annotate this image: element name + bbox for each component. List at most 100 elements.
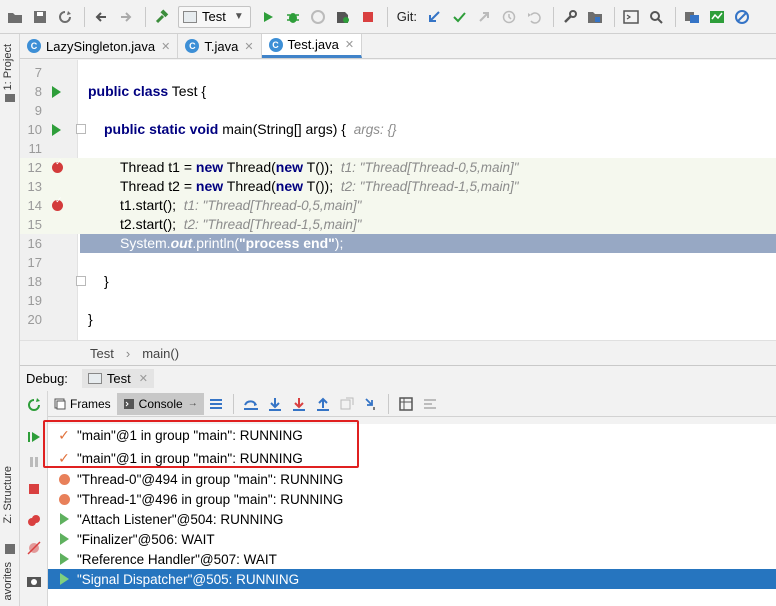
rerun-icon[interactable]: [26, 397, 42, 413]
favorites-tool-tab[interactable]: avorites: [2, 562, 14, 601]
thread-label: "main"@1 in group "main": RUNNING: [77, 450, 303, 466]
fold-marker[interactable]: [76, 276, 86, 286]
close-icon[interactable]: ✕: [345, 38, 354, 51]
run-to-cursor-icon[interactable]: [363, 396, 379, 412]
code-text: Thread t2 = new Thread(new T()); t2: "Th…: [120, 178, 519, 194]
inline-debug-value: t1: "Thread[Thread-0,5,main]": [183, 198, 362, 213]
coverage-icon[interactable]: [307, 6, 329, 28]
settings-wrench-icon[interactable]: [559, 6, 581, 28]
rollback-icon[interactable]: [523, 6, 545, 28]
breakpoint-icon[interactable]: [52, 195, 63, 211]
run-gutter-icon[interactable]: [52, 86, 61, 98]
project-structure-icon[interactable]: [584, 6, 606, 28]
breakpoint-icon[interactable]: [52, 157, 63, 173]
profile-icon[interactable]: [332, 6, 354, 28]
git-commit-icon[interactable]: [448, 6, 470, 28]
run-config-label: Test: [202, 9, 226, 24]
tab-lazysingleton[interactable]: C LazySingleton.java ✕: [20, 34, 179, 58]
forward-arrow-icon[interactable]: [115, 6, 137, 28]
open-folder-icon[interactable]: [4, 6, 26, 28]
run-config-icon: [87, 372, 102, 384]
fold-marker[interactable]: [76, 124, 86, 134]
step-out-icon[interactable]: [315, 396, 331, 412]
list-item[interactable]: "Finalizer"@506: WAIT: [48, 529, 776, 549]
close-icon[interactable]: ✕: [161, 40, 170, 53]
evaluate-expression-icon[interactable]: [398, 396, 414, 412]
step-into-icon[interactable]: [267, 396, 283, 412]
list-item[interactable]: "Reference Handler"@507: WAIT: [48, 549, 776, 569]
thread-label: "Thread-0"@494 in group "main": RUNNING: [77, 471, 344, 487]
project-folder-icon: [5, 94, 15, 102]
trace-icon[interactable]: [422, 396, 438, 412]
list-item[interactable]: "Thread-1"@496 in group "main": RUNNING: [48, 489, 776, 509]
debug-session-tab[interactable]: Test ✕: [81, 368, 154, 388]
line-number: 20: [27, 312, 42, 327]
tab-t[interactable]: C T.java ✕: [178, 34, 262, 58]
save-icon[interactable]: [29, 6, 51, 28]
frames-label: Frames: [70, 396, 111, 411]
breadcrumb-method[interactable]: main(): [142, 346, 179, 361]
code-line: 12 Thread t1 = new Thread(new T()); t1: …: [20, 157, 776, 177]
code-text: System.out.println("process end");: [120, 235, 344, 251]
thread-running-icon: [58, 573, 70, 585]
thread-list[interactable]: ✓ "main"@1 in group "main": RUNNING ✓ "m…: [48, 424, 776, 606]
run-gutter-icon[interactable]: [52, 124, 61, 136]
line-number: 8: [34, 84, 42, 99]
breadcrumb-separator: ›: [125, 345, 131, 361]
git-push-icon[interactable]: [473, 6, 495, 28]
git-update-icon[interactable]: [423, 6, 445, 28]
thread-suspended-icon: [58, 473, 70, 485]
line-number: 18: [27, 274, 42, 289]
terminal-icon[interactable]: [620, 6, 642, 28]
statistic-icon[interactable]: [706, 6, 728, 28]
code-text: }: [88, 311, 93, 327]
tab-console[interactable]: Console →: [116, 392, 204, 415]
back-arrow-icon[interactable]: [90, 6, 112, 28]
resume-icon[interactable]: [26, 429, 42, 445]
list-item[interactable]: "Attach Listener"@504: RUNNING: [48, 509, 776, 529]
build-hammer-icon[interactable]: [151, 6, 173, 28]
breadcrumb-class[interactable]: Test: [90, 346, 114, 361]
inline-debug-value: t1: "Thread[Thread-0,5,main]": [340, 160, 519, 175]
close-icon[interactable]: ✕: [139, 372, 148, 385]
debug-action-strip: [20, 391, 48, 606]
run-config-icon: [183, 10, 197, 23]
menu-lines-icon[interactable]: [208, 396, 224, 412]
view-breakpoints-icon[interactable]: [26, 513, 42, 529]
pause-icon[interactable]: [26, 454, 42, 470]
structure-tool-tab[interactable]: Z: Structure: [2, 466, 14, 523]
sync-icon[interactable]: [54, 6, 76, 28]
run-configuration-select[interactable]: Test ▼: [178, 5, 251, 28]
list-item-selected[interactable]: "Signal Dispatcher"@505: RUNNING: [48, 569, 776, 589]
project-tool-tab[interactable]: 1: Project: [2, 44, 14, 90]
force-step-into-icon[interactable]: [291, 396, 307, 412]
code-line: 13 Thread t2 = new Thread(new T()); t2: …: [20, 177, 776, 196]
toolbar-separator: [232, 393, 234, 414]
mute-breakpoints-icon[interactable]: [26, 540, 42, 556]
left-tool-strip: 1: Project Z: Structure avorites: [0, 34, 20, 606]
thread-label: "Reference Handler"@507: WAIT: [77, 551, 277, 567]
thread-running-icon: [58, 513, 70, 525]
close-icon[interactable]: ✕: [244, 40, 253, 53]
history-clock-icon[interactable]: [498, 6, 520, 28]
disable-icon[interactable]: [731, 6, 753, 28]
list-item[interactable]: "Thread-0"@494 in group "main": RUNNING: [48, 469, 776, 489]
run-icon[interactable]: [257, 6, 279, 28]
tab-frames[interactable]: Frames: [48, 393, 117, 415]
vcs-operations-icon[interactable]: [681, 6, 703, 28]
toolbar-separator: [84, 6, 85, 27]
debug-bug-icon[interactable]: [282, 6, 304, 28]
tab-test[interactable]: C Test.java ✕: [261, 34, 363, 58]
step-over-icon[interactable]: [243, 396, 259, 412]
drop-frame-icon[interactable]: [339, 396, 355, 412]
java-class-icon: C: [27, 39, 41, 53]
list-item[interactable]: ✓ "main"@1 in group "main": RUNNING: [48, 448, 776, 468]
stop-icon[interactable]: [26, 481, 42, 497]
search-icon[interactable]: [645, 6, 667, 28]
tab-label: T.java: [204, 38, 239, 54]
code-editor[interactable]: 7 8 public class Test { 9 10 public stat…: [20, 60, 776, 340]
stop-icon[interactable]: [357, 6, 379, 28]
list-item[interactable]: ✓ "main"@1 in group "main": RUNNING: [48, 425, 776, 445]
java-class-icon: C: [268, 37, 283, 52]
camera-icon[interactable]: [26, 573, 42, 589]
